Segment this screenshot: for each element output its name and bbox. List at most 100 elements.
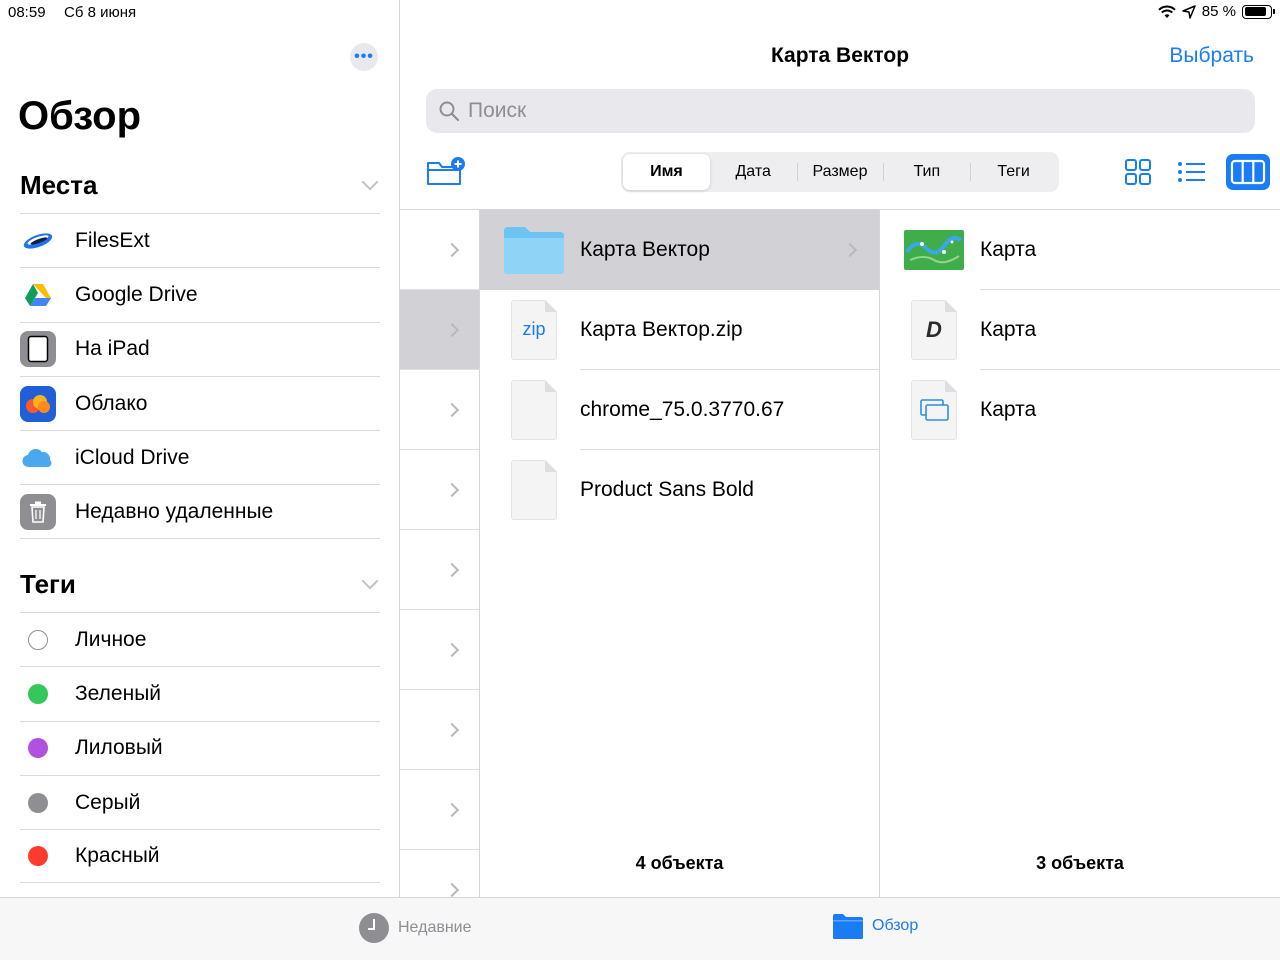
- collapse-chevron-icon[interactable]: [361, 173, 379, 191]
- tag-dot-container: [20, 622, 56, 658]
- tag-red-dot-icon: [28, 846, 48, 867]
- tag-item-personal[interactable]: Личное: [20, 612, 380, 666]
- file-item-map-window[interactable]: Карта: [880, 370, 1280, 450]
- sort-by-size[interactable]: Размер: [796, 154, 884, 190]
- parent-row[interactable]: [400, 690, 479, 770]
- file-item-map-d[interactable]: D Карта: [880, 290, 1280, 370]
- tag-dot-container: [20, 730, 56, 766]
- tags-list: Личное Зеленый Лиловый Серый Красный: [20, 612, 380, 884]
- sidebar-item-google-drive[interactable]: Google Drive: [20, 267, 380, 321]
- sidebar-item-label: Google Drive: [75, 282, 198, 306]
- tab-recent-label: Недавние: [398, 919, 472, 936]
- parent-row[interactable]: [400, 530, 479, 610]
- search-input[interactable]: [468, 99, 1168, 123]
- document-page: [911, 380, 957, 440]
- filesext-icon: [20, 223, 56, 259]
- tab-recent[interactable]: Недавние: [358, 912, 472, 944]
- trash-icon: [20, 493, 56, 530]
- tag-item-gray[interactable]: Серый: [20, 774, 380, 829]
- tag-item-green[interactable]: Зеленый: [20, 666, 380, 720]
- folder-icon: [502, 218, 566, 282]
- chevron-right-icon: [444, 802, 460, 817]
- sort-by-date[interactable]: Дата: [710, 154, 797, 190]
- document-page: [511, 380, 557, 440]
- chevron-right-icon: [444, 642, 460, 657]
- new-folder-icon: [427, 157, 465, 185]
- chevron-right-icon: [444, 242, 460, 257]
- sidebar-item-label: iCloud Drive: [75, 445, 190, 469]
- file-item-zip[interactable]: zip Карта Вектор.zip: [480, 290, 879, 370]
- chevron-right-icon: [444, 322, 460, 337]
- battery-icon: [1242, 4, 1275, 19]
- sort-by-tags[interactable]: Теги: [970, 154, 1057, 190]
- tab-browse[interactable]: Обзор: [832, 912, 918, 940]
- sidebar-item-on-ipad[interactable]: На iPad: [20, 321, 380, 376]
- sidebar-item-label: FilesExt: [75, 228, 150, 252]
- column-browser: Карта Вектор zip Карта Вектор.zip chrome…: [400, 209, 1280, 898]
- parent-row[interactable]: [400, 370, 479, 450]
- sidebar-item-filesext[interactable]: FilesExt: [20, 213, 380, 267]
- places-section-header[interactable]: Места: [20, 170, 380, 210]
- sort-by-type[interactable]: Тип: [883, 154, 970, 190]
- tag-green-dot-icon: [28, 683, 48, 704]
- sort-by-name[interactable]: Имя: [623, 154, 710, 190]
- select-button[interactable]: Выбрать: [1169, 44, 1254, 68]
- parent-row[interactable]: [400, 450, 479, 530]
- sidebar-item-label: Облако: [75, 391, 148, 415]
- parent-row[interactable]: [400, 850, 479, 898]
- more-options-button[interactable]: •••: [350, 43, 378, 71]
- view-mode-controls: [1118, 154, 1270, 190]
- folder-contents-column: Карта Вектор zip Карта Вектор.zip chrome…: [480, 210, 880, 898]
- document-page: D: [911, 300, 957, 360]
- document-icon: [502, 378, 566, 442]
- sidebar-title: Обзор: [18, 94, 142, 138]
- chevron-right-icon: [842, 242, 858, 258]
- parent-row[interactable]: [400, 210, 479, 290]
- sidebar-item-recently-deleted[interactable]: Недавно удаленные: [20, 484, 380, 539]
- file-item-chrome[interactable]: chrome_75.0.3770.67: [480, 370, 879, 450]
- chevron-right-icon: [444, 722, 460, 737]
- tag-item-purple[interactable]: Лиловый: [20, 720, 380, 775]
- file-item-folder[interactable]: Карта Вектор: [480, 210, 879, 290]
- page-title: Карта Вектор: [770, 44, 910, 67]
- sidebar-item-icloud-drive[interactable]: iCloud Drive: [20, 430, 380, 484]
- parent-row[interactable]: [400, 770, 479, 850]
- wifi-icon: [1158, 5, 1176, 18]
- sort-segmented-control: Имя Дата Размер Тип Теги: [621, 152, 1059, 192]
- icon-view-button[interactable]: [1118, 154, 1158, 190]
- tag-label: Серый: [75, 790, 141, 814]
- tag-dot-container: [20, 838, 56, 874]
- sidebar-item-cloud[interactable]: Облако: [20, 375, 380, 430]
- cloud-app-icon: [20, 385, 56, 422]
- file-name: Карта: [980, 318, 1037, 341]
- search-bar[interactable]: [426, 89, 1255, 133]
- places-list: FilesExt Google Drive На iPad Облако iCl…: [20, 213, 380, 539]
- window-document-icon: [902, 378, 966, 442]
- tag-item-red[interactable]: Красный: [20, 829, 380, 884]
- places-header-label: Места: [20, 170, 98, 200]
- folder-filled-icon: [833, 914, 863, 939]
- search-icon: [439, 101, 460, 122]
- columns-icon: [1230, 159, 1266, 185]
- status-right: 85 %: [1158, 3, 1275, 20]
- file-name: Карта Вектор: [580, 238, 710, 261]
- ipad-icon: [20, 331, 56, 368]
- file-item-map-image[interactable]: Карта: [880, 210, 1280, 290]
- parent-row[interactable]: [400, 610, 479, 690]
- document-icon: [502, 458, 566, 522]
- tab-browse-label: Обзор: [872, 917, 919, 934]
- chevron-right-icon: [444, 402, 460, 417]
- item-count: 3 объекта: [1036, 853, 1124, 873]
- list-view-button[interactable]: [1172, 154, 1212, 190]
- location-icon: [1182, 4, 1196, 19]
- tag-label: Личное: [75, 627, 147, 651]
- clock-icon: [359, 913, 389, 943]
- column-view-button[interactable]: [1226, 154, 1270, 190]
- tags-section-header[interactable]: Теги: [20, 569, 380, 609]
- parent-row-selected[interactable]: [400, 290, 479, 370]
- new-folder-button[interactable]: [426, 156, 466, 188]
- tag-label: Красный: [75, 844, 160, 868]
- file-item-product-sans[interactable]: Product Sans Bold: [480, 450, 879, 530]
- collapse-chevron-icon[interactable]: [361, 572, 379, 590]
- tag-label: Зеленый: [75, 681, 162, 705]
